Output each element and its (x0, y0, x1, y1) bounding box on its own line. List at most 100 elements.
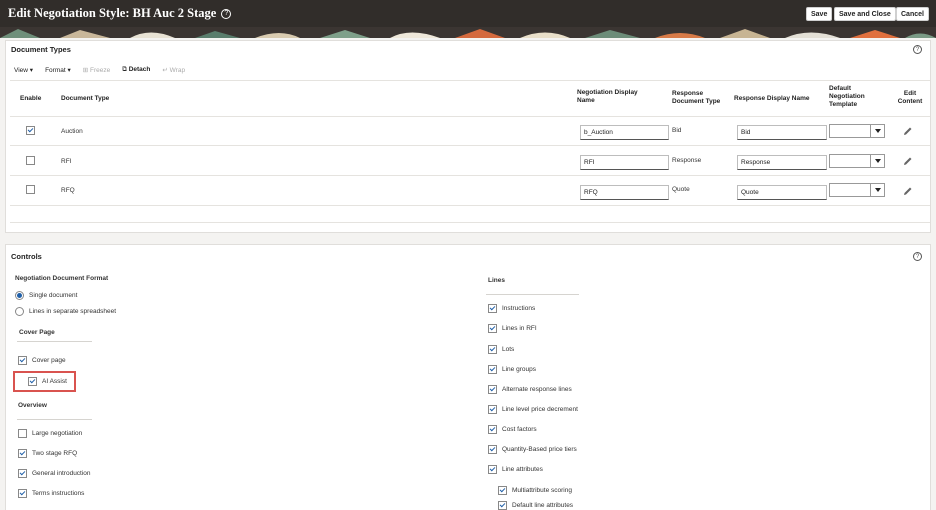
response-display-name-input[interactable]: Response (737, 155, 827, 170)
option-default-line-attributes[interactable]: Default line attributes (498, 501, 573, 510)
pencil-icon[interactable] (903, 156, 913, 166)
col-header-response-display-name[interactable]: Response Display Name (734, 95, 828, 103)
pencil-icon[interactable] (903, 186, 913, 196)
default-template-select[interactable] (829, 183, 885, 197)
negotiation-document-format-label: Negotiation Document Format (15, 275, 109, 282)
response-display-name-input[interactable]: Bid (737, 125, 827, 140)
enable-checkbox-rfq[interactable] (26, 185, 35, 194)
table-toolbar: View ▾ Format ▾ ⊞ Freeze ⧉ Detach ↵ Wrap (14, 66, 185, 74)
divider (10, 222, 930, 223)
checkbox[interactable] (488, 405, 497, 414)
col-header-enable[interactable]: Enable (20, 95, 41, 103)
checkbox[interactable] (498, 501, 507, 510)
controls-help-icon[interactable]: ? (913, 252, 922, 261)
checkbox[interactable] (18, 429, 27, 438)
view-menu[interactable]: View ▾ (14, 66, 33, 74)
enable-checkbox-rfi[interactable] (26, 156, 35, 165)
col-header-negotiation-display-name[interactable]: Negotiation Display Name (577, 89, 657, 105)
col-header-document-type[interactable]: Document Type (61, 95, 109, 103)
divider (10, 205, 930, 206)
detach-icon: ⧉ (122, 66, 127, 73)
help-icon[interactable]: ? (221, 8, 232, 19)
decorative-banner (0, 27, 936, 38)
checkbox[interactable] (488, 445, 497, 454)
checkbox[interactable] (488, 465, 497, 474)
option-quantity-based-price-tiers[interactable]: Quantity-Based price tiers (488, 445, 577, 454)
option-alternate-response-lines[interactable]: Alternate response lines (488, 385, 572, 394)
checkbox[interactable] (18, 469, 27, 478)
controls-title: Controls (11, 252, 42, 261)
document-type-cell: RFI (61, 158, 72, 165)
divider (10, 80, 930, 81)
checkbox[interactable] (18, 449, 27, 458)
divider (10, 175, 930, 176)
checkbox[interactable] (488, 324, 497, 333)
checkbox[interactable] (498, 486, 507, 495)
col-header-response-document-type[interactable]: Response Document Type (672, 90, 732, 106)
negotiation-display-name-input[interactable]: RFQ (580, 185, 669, 200)
save-and-close-button[interactable]: Save and Close (834, 7, 896, 21)
radio-single-document[interactable]: Single document (15, 291, 77, 300)
freeze-button[interactable]: ⊞ Freeze (83, 66, 111, 74)
freeze-icon: ⊞ (82, 67, 89, 74)
option-cost-factors[interactable]: Cost factors (488, 425, 537, 434)
option-lots[interactable]: Lots (488, 345, 514, 354)
lines-label: Lines (488, 277, 505, 284)
response-display-name-input[interactable]: Quote (737, 185, 827, 200)
checkbox[interactable] (488, 345, 497, 354)
detach-button[interactable]: ⧉ Detach (122, 66, 150, 74)
chevron-down-icon (870, 155, 884, 167)
document-types-help-icon[interactable]: ? (913, 45, 922, 54)
chevron-down-icon (870, 125, 884, 137)
option-line-level-price-decrement[interactable]: Line level price decrement (488, 405, 578, 414)
option-multiattribute-scoring[interactable]: Multiattribute scoring (498, 486, 572, 495)
col-header-edit-content[interactable]: Edit Content (894, 90, 926, 106)
divider (10, 145, 930, 146)
option-instructions[interactable]: Instructions (488, 304, 535, 313)
response-document-type-cell: Response (672, 157, 702, 164)
enable-checkbox-auction[interactable] (26, 126, 35, 135)
radio-button[interactable] (15, 307, 24, 316)
format-menu[interactable]: Format ▾ (45, 66, 71, 74)
option-line-attributes[interactable]: Line attributes (488, 465, 543, 474)
chevron-down-icon (870, 184, 884, 196)
option-general-introduction[interactable]: General introduction (18, 469, 91, 478)
response-document-type-cell: Quote (672, 186, 690, 193)
controls-panel (5, 244, 931, 510)
checkbox[interactable] (488, 425, 497, 434)
radio-button[interactable] (15, 291, 24, 300)
checkbox[interactable] (488, 365, 497, 374)
negotiation-display-name-input[interactable]: RFI (580, 155, 669, 170)
document-type-cell: Auction (61, 128, 83, 135)
checkbox[interactable] (488, 385, 497, 394)
document-type-cell: RFQ (61, 187, 75, 194)
wrap-button[interactable]: ↵ Wrap (162, 66, 185, 74)
option-two-stage-rfq[interactable]: Two stage RFQ (18, 449, 77, 458)
option-lines-in-rfi[interactable]: Lines in RFI (488, 324, 537, 333)
cover-page-label: Cover Page (19, 329, 55, 336)
cancel-button[interactable]: Cancel (896, 7, 929, 21)
checkbox[interactable] (488, 304, 497, 313)
default-template-select[interactable] (829, 124, 885, 138)
divider (17, 341, 92, 342)
radio-lines-separate-spreadsheet[interactable]: Lines in separate spreadsheet (15, 307, 116, 316)
option-cover-page[interactable]: Cover page (18, 356, 66, 365)
page-title: Edit Negotiation Style: BH Auc 2 Stage ? (8, 6, 232, 21)
option-large-negotiation[interactable]: Large negotiation (18, 429, 82, 438)
save-button[interactable]: Save (806, 7, 833, 21)
response-document-type-cell: Bid (672, 127, 682, 134)
divider (17, 419, 92, 420)
default-template-select[interactable] (829, 154, 885, 168)
overview-label: Overview (18, 402, 47, 409)
page-header: Edit Negotiation Style: BH Auc 2 Stage ?… (0, 0, 936, 38)
option-terms-instructions[interactable]: Terms instructions (18, 489, 84, 498)
option-line-groups[interactable]: Line groups (488, 365, 536, 374)
pencil-icon[interactable] (903, 126, 913, 136)
checkbox[interactable] (18, 356, 27, 365)
col-header-default-negotiation-template[interactable]: Default Negotiation Template (829, 85, 883, 109)
document-types-title: Document Types (11, 45, 71, 54)
divider (486, 294, 579, 295)
highlight-box (13, 371, 76, 392)
checkbox[interactable] (18, 489, 27, 498)
negotiation-display-name-input[interactable]: b_Auction (580, 125, 669, 140)
